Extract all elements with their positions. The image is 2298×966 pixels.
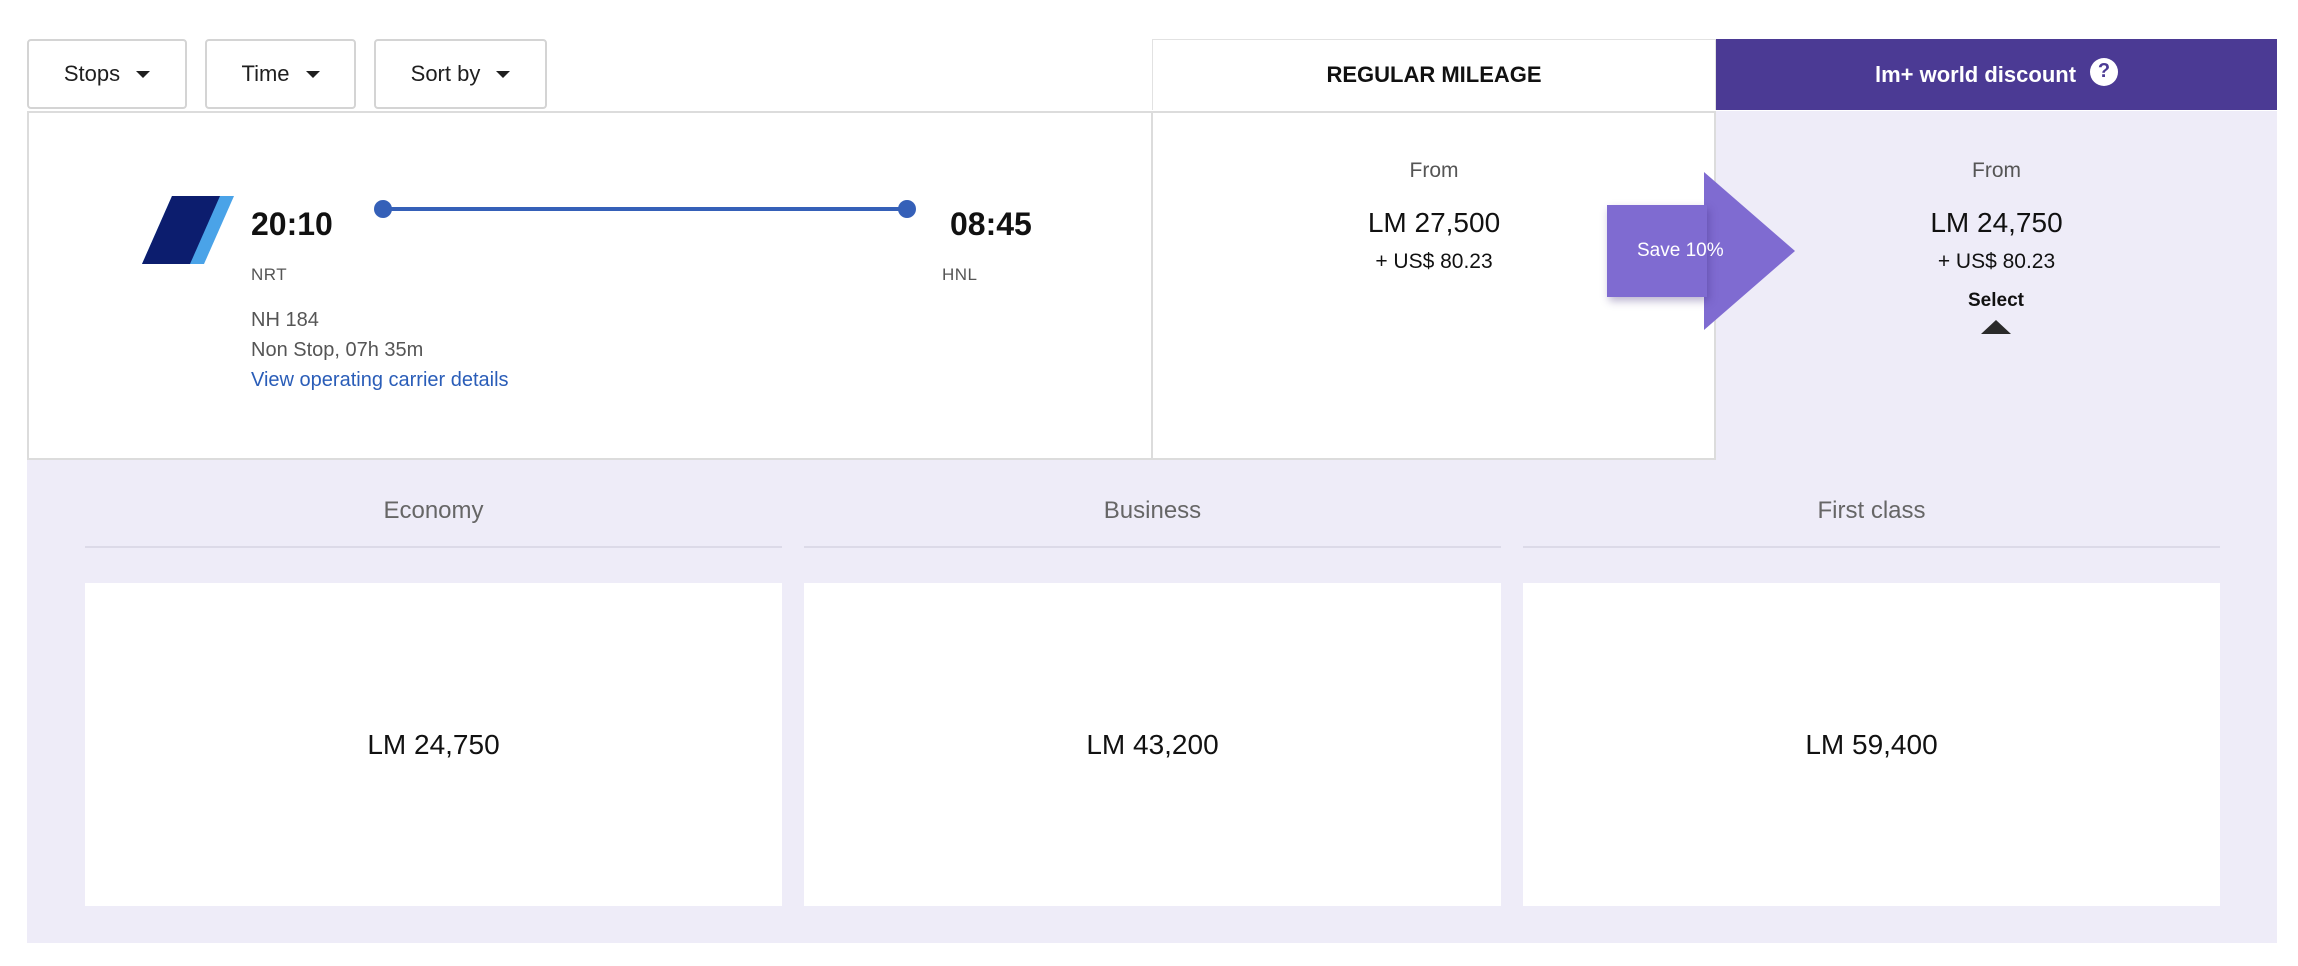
divider: [804, 546, 1501, 548]
tab-world-discount[interactable]: lm+ world discount ?: [1716, 39, 2277, 110]
route-line: [382, 207, 906, 211]
flight-duration: Non Stop, 07h 35m: [251, 339, 424, 361]
arrival-airport: HNL: [942, 265, 978, 284]
sort-by-button[interactable]: Sort by: [374, 39, 547, 109]
tab-discount-label: lm+ world discount: [1874, 61, 2077, 87]
flight-card: [27, 111, 1153, 460]
operating-carrier-link[interactable]: View operating carrier details: [251, 369, 509, 392]
divider: [85, 546, 782, 548]
divider: [1523, 546, 2220, 548]
chevron-down-icon: [496, 70, 511, 78]
tab-regular-label: REGULAR MILEAGE: [1326, 62, 1542, 87]
stops-filter-label: Stops: [63, 61, 121, 86]
cabin-price-economy: LM 24,750: [367, 728, 500, 760]
discount-miles-price: LM 24,750: [1930, 207, 2063, 238]
time-filter-button[interactable]: Time: [205, 39, 356, 109]
arrival-time: 08:45: [950, 206, 1032, 242]
discount-cash-price: + US$ 80.23: [1937, 250, 2056, 273]
tab-regular-mileage[interactable]: REGULAR MILEAGE: [1152, 39, 1716, 110]
departure-time: 20:10: [251, 206, 333, 242]
help-icon[interactable]: ?: [2090, 57, 2119, 86]
stops-filter-button[interactable]: Stops: [27, 39, 187, 109]
flight-number: NH 184: [251, 309, 319, 331]
cabin-card-economy[interactable]: LM 24,750: [85, 583, 782, 906]
cabin-card-business[interactable]: LM 43,200: [804, 583, 1501, 906]
regular-from-label: From: [1409, 159, 1459, 182]
chevron-down-icon: [136, 70, 151, 78]
cabin-price-business: LM 43,200: [1086, 728, 1219, 760]
save-badge-label: Save 10%: [1637, 240, 1724, 261]
route-end-dot: [898, 200, 916, 218]
caret-up-icon: [1981, 320, 2011, 334]
cabin-title-economy: Economy: [383, 497, 484, 524]
cabin-title-business: Business: [1103, 497, 1202, 524]
route-start-dot: [374, 200, 392, 218]
discount-from-label: From: [1972, 159, 2021, 182]
cabin-card-first-class[interactable]: LM 59,400: [1523, 583, 2220, 906]
time-filter-label: Time: [241, 61, 290, 86]
cabin-price-first-class: LM 59,400: [1805, 728, 1938, 760]
select-button[interactable]: Select: [1916, 290, 2076, 312]
sort-by-label: Sort by: [410, 61, 481, 86]
cabin-title-first-class: First class: [1817, 497, 1926, 524]
departure-airport: NRT: [251, 265, 288, 284]
chevron-down-icon: [305, 70, 320, 78]
airline-logo-icon: [142, 196, 234, 264]
save-badge: Save 10%: [1607, 205, 1724, 297]
